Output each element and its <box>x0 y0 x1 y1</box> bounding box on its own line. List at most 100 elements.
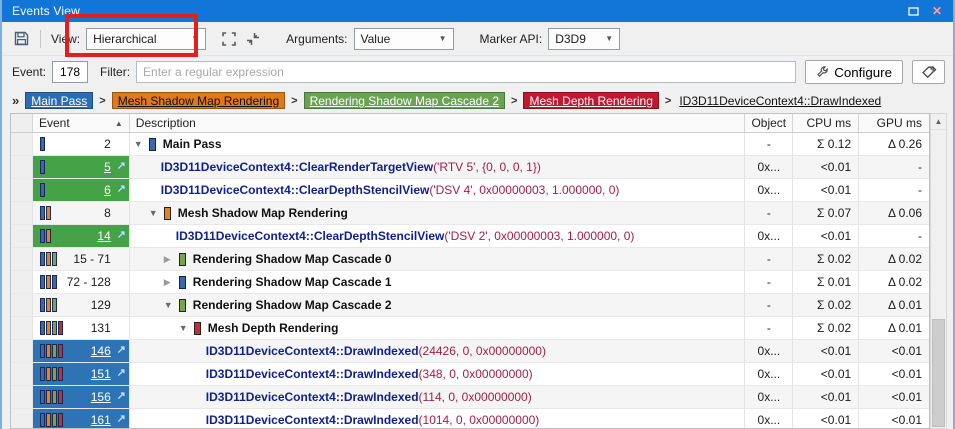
vertical-scrollbar[interactable]: ▲ <box>930 113 947 429</box>
event-cell[interactable]: 6↗ <box>33 179 130 201</box>
arguments-select[interactable]: Value ▼ <box>354 28 454 50</box>
event-number: 15 - 71 <box>73 252 110 266</box>
object-cell: 0x... <box>745 386 793 408</box>
tags-button[interactable] <box>912 60 945 84</box>
row-gutter <box>11 271 33 293</box>
event-cell[interactable]: 2 <box>33 133 130 155</box>
marker-api-select[interactable]: D3D9 ▼ <box>548 28 620 50</box>
sort-ascending-icon: ▲ <box>115 119 123 128</box>
event-link[interactable]: 151 <box>91 367 111 381</box>
color-bar-green-icon <box>52 252 57 266</box>
cpu-ms-cell: <0.01 <box>793 363 859 385</box>
event-color-bars-icon <box>40 183 45 197</box>
object-cell: - <box>745 248 793 270</box>
color-bar-green-icon <box>52 390 57 404</box>
table-row[interactable]: 131▼Mesh Depth Rendering-Σ 0.02Δ 0.01 <box>11 317 929 340</box>
event-cell[interactable]: 15 - 71 <box>33 248 130 270</box>
event-link[interactable]: 161 <box>91 413 111 427</box>
table-row[interactable]: 72 - 128▶Rendering Shadow Map Cascade 1-… <box>11 271 929 294</box>
api-call-arguments: (348, 0, 0x00000000) <box>419 367 533 381</box>
event-cell[interactable]: 129 <box>33 294 130 316</box>
scroll-up-arrow-icon[interactable]: ▲ <box>931 114 946 130</box>
row-gutter <box>11 386 33 408</box>
event-link[interactable]: 146 <box>91 344 111 358</box>
goto-event-icon: ↗ <box>117 343 126 356</box>
collapse-row-icon[interactable]: ▼ <box>149 208 162 218</box>
color-bar-blue-icon <box>40 229 45 243</box>
table-row[interactable]: 15 - 71▶Rendering Shadow Map Cascade 0-Σ… <box>11 248 929 271</box>
api-call-name: ID3D11DeviceContext4::DrawIndexed <box>206 413 419 427</box>
event-cell[interactable]: 5↗ <box>33 156 130 178</box>
expand-row-icon[interactable]: ▶ <box>164 254 177 265</box>
breadcrumb-separator-icon: > <box>511 95 517 107</box>
table-row[interactable]: 8▼Mesh Shadow Map Rendering-Σ 0.07Δ 0.06 <box>11 202 929 225</box>
goto-event-icon: ↗ <box>117 228 126 241</box>
configure-button[interactable]: Configure <box>805 60 903 84</box>
goto-event-icon: ↗ <box>117 182 126 195</box>
expand-row-icon[interactable]: ▶ <box>164 277 177 288</box>
collapse-all-button[interactable] <box>242 28 264 50</box>
marker-api-label: Marker API: <box>480 32 543 46</box>
save-button[interactable] <box>10 28 32 50</box>
object-cell: - <box>745 202 793 224</box>
event-cell[interactable]: 161↗ <box>33 409 130 429</box>
event-cell[interactable]: 14 ↗ <box>33 225 130 247</box>
table-row[interactable]: 6↗ID3D11DeviceContext4::ClearDepthStenci… <box>11 179 929 202</box>
view-mode-select[interactable]: Hierarchical ▼ <box>86 28 206 50</box>
breadcrumb-item[interactable]: ID3D11DeviceContext4::DrawIndexed <box>677 92 883 109</box>
color-bar-orange-icon <box>46 252 51 266</box>
event-link[interactable]: 6 <box>104 183 111 197</box>
event-link[interactable]: 14 <box>97 229 110 243</box>
row-gutter <box>11 340 33 362</box>
filter-label: Filter: <box>100 65 130 79</box>
breadcrumb-item[interactable]: Mesh Depth Rendering <box>523 92 658 109</box>
api-call-name: ID3D11DeviceContext4::ClearDepthStencilV… <box>176 229 445 243</box>
color-bar-blue-icon <box>40 413 45 427</box>
column-header-description[interactable]: Description <box>130 114 746 132</box>
column-header-cpu[interactable]: CPU ms <box>793 114 859 132</box>
table-row[interactable]: 2▼Main Pass-Σ 0.12Δ 0.26 <box>11 133 929 156</box>
color-bar-red-icon <box>58 321 63 335</box>
event-number-input[interactable] <box>52 61 88 83</box>
event-link[interactable]: 156 <box>91 390 111 404</box>
table-row[interactable]: 151↗ID3D11DeviceContext4::DrawIndexed(34… <box>11 363 929 386</box>
event-cell[interactable]: 156↗ <box>33 386 130 408</box>
table-row[interactable]: 156↗ID3D11DeviceContext4::DrawIndexed(11… <box>11 386 929 409</box>
view-mode-value: Hierarchical <box>93 32 156 46</box>
filter-input[interactable] <box>136 61 796 83</box>
table-row[interactable]: 129▼Rendering Shadow Map Cascade 2-Σ 0.0… <box>11 294 929 317</box>
row-gutter <box>11 248 33 270</box>
color-bar-orange-icon <box>46 367 51 381</box>
collapse-row-icon[interactable]: ▼ <box>134 139 147 149</box>
gpu-ms-cell: - <box>859 225 929 247</box>
event-cell[interactable]: 131 <box>33 317 130 339</box>
table-row[interactable]: 14 ↗ ID3D11DeviceContext4::ClearDepthStenc… <box>11 225 929 248</box>
object-cell: 0x... <box>745 363 793 385</box>
scrollbar-thumb[interactable] <box>932 319 945 427</box>
column-header-gpu[interactable]: GPU ms <box>859 114 929 132</box>
goto-event-icon: ↗ <box>117 159 126 172</box>
collapse-row-icon[interactable]: ▼ <box>179 323 192 333</box>
table-row[interactable]: 146↗ID3D11DeviceContext4::DrawIndexed(24… <box>11 340 929 363</box>
breadcrumb-item[interactable]: Rendering Shadow Map Cascade 2 <box>304 92 505 109</box>
table-row[interactable]: 5↗ID3D11DeviceContext4::ClearRenderTarge… <box>11 156 929 179</box>
breadcrumb-item[interactable]: Main Pass <box>25 92 93 109</box>
cpu-ms-cell: <0.01 <box>793 340 859 362</box>
event-color-bars-icon <box>40 252 57 266</box>
expand-all-button[interactable] <box>218 28 240 50</box>
maximize-button[interactable] <box>903 3 923 19</box>
close-button[interactable]: ✕ <box>927 3 947 19</box>
event-cell[interactable]: 72 - 128 <box>33 271 130 293</box>
event-cell[interactable]: 151↗ <box>33 363 130 385</box>
marker-api-value: D3D9 <box>555 32 586 46</box>
collapse-row-icon[interactable]: ▼ <box>164 300 177 310</box>
breadcrumb-expand-icon[interactable]: » <box>12 93 19 108</box>
table-row[interactable]: 161↗ID3D11DeviceContext4::DrawIndexed(10… <box>11 409 929 429</box>
column-header-event[interactable]: Event ▲ <box>33 114 130 132</box>
breadcrumb-item[interactable]: Mesh Shadow Map Rendering <box>112 92 285 109</box>
event-cell[interactable]: 8 <box>33 202 130 224</box>
tags-icon <box>920 65 937 80</box>
event-link[interactable]: 5 <box>104 160 111 174</box>
column-header-object[interactable]: Object <box>745 114 793 132</box>
event-cell[interactable]: 146 ↗ <box>33 340 130 362</box>
